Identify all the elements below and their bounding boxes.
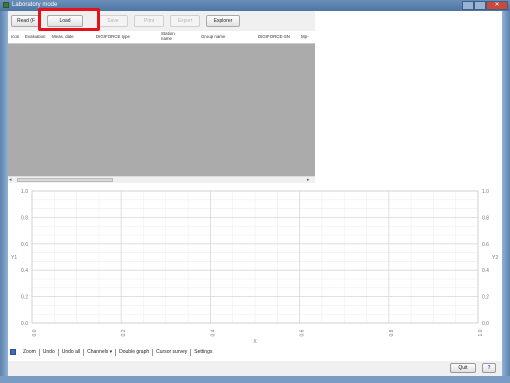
column-header-mp[interactable]: Mp- (301, 34, 309, 40)
save-button[interactable]: Save (98, 15, 128, 27)
undo-all-button[interactable]: Undo all (59, 349, 85, 356)
help-button[interactable]: ? (482, 363, 496, 373)
y1-axis-label: Y1 (11, 255, 17, 261)
y-tick-label-left: 1.0 (21, 189, 28, 195)
close-button[interactable]: ✕ (486, 1, 508, 10)
explorer-button[interactable]: Explorer (206, 15, 240, 27)
y-tick-label-left: 0.6 (21, 242, 28, 248)
x-tick-label: 1.0 (478, 329, 484, 336)
x-tick-label: 0.6 (300, 329, 306, 336)
cursor-survey-button[interactable]: Cursor survey (153, 349, 192, 356)
window-border-right (502, 11, 510, 383)
chart-svg[interactable]: 1.0 1.0 0.8 0.8 0.6 0.6 0.4 0.4 0.2 0.2 0.0 0.0 0.0 0… (8, 183, 502, 345)
export-button[interactable]: Export (170, 15, 200, 27)
y-tick-label-left: 0.4 (21, 268, 28, 274)
window-border-bottom (0, 376, 510, 383)
x-tick-label: 0.8 (389, 329, 395, 336)
x-tick-label: 0.0 (32, 329, 38, 336)
read-button[interactable]: Read (F (11, 15, 41, 27)
y-tick-label-right: 0.0 (482, 321, 489, 327)
column-header-icon[interactable]: Icon (11, 34, 19, 40)
settings-button[interactable]: Settings (191, 349, 215, 356)
table-header: Icon Evaluation Meas. date DIGIFORCE typ… (8, 31, 315, 44)
x-tick-label: 0.4 (210, 329, 216, 336)
minimize-button[interactable] (462, 1, 474, 10)
print-button[interactable]: Print (134, 15, 164, 27)
maximize-button[interactable] (474, 1, 486, 10)
load-highlight-box (38, 8, 100, 31)
y-tick-label-right: 0.4 (482, 268, 489, 274)
chart-options-icon[interactable] (10, 349, 16, 355)
column-header-meas-date[interactable]: Meas. date (52, 34, 74, 40)
x-tick-label: 0.2 (121, 329, 127, 336)
column-header-digiforce-type[interactable]: DIGIFORCE type (96, 34, 130, 40)
y-tick-label-right: 0.8 (482, 215, 489, 221)
app-icon (3, 2, 9, 8)
table-horizontal-scrollbar[interactable]: ◂ ▸ (8, 176, 315, 183)
y-tick-label-right: 0.6 (482, 242, 489, 248)
double-graph-button[interactable]: Double graph (116, 349, 154, 356)
y-tick-label-left: 0.8 (21, 215, 28, 221)
y-tick-label-left: 0.2 (21, 295, 28, 301)
channels-dropdown[interactable]: Channels ▾ (84, 349, 117, 356)
zoom-button[interactable]: Zoom (20, 349, 40, 356)
scrollbar-thumb[interactable] (17, 178, 113, 182)
y-tick-label-right: 1.0 (482, 189, 489, 195)
window-border-left (0, 11, 8, 383)
column-header-station-name[interactable]: Station name (161, 31, 181, 41)
chart-toolbar-items: Zoom Undo Undo all Channels ▾ Double gra… (20, 349, 215, 356)
y-tick-label-left: 0.0 (21, 321, 28, 327)
column-header-group-name[interactable]: Group name (201, 34, 225, 40)
chart-toolbar: Zoom Undo Undo all Channels ▾ Double gra… (8, 345, 502, 361)
column-header-evaluation[interactable]: Evaluation (25, 34, 46, 40)
undo-button[interactable]: Undo (40, 349, 59, 356)
y2-axis-label: Y2 (492, 255, 498, 261)
status-bar: Quit ? (8, 361, 502, 376)
quit-button[interactable]: Quit (450, 363, 476, 373)
column-header-digiforce-sn[interactable]: DIGIFORCE-SN (258, 34, 290, 40)
y-tick-label-right: 0.2 (482, 295, 489, 301)
measurement-table[interactable]: Icon Evaluation Meas. date DIGIFORCE typ… (8, 31, 315, 176)
chart-panel[interactable]: 1.0 1.0 0.8 0.8 0.6 0.6 0.4 0.4 0.2 0.2 0.0 0.0 0.0 0… (8, 183, 502, 345)
